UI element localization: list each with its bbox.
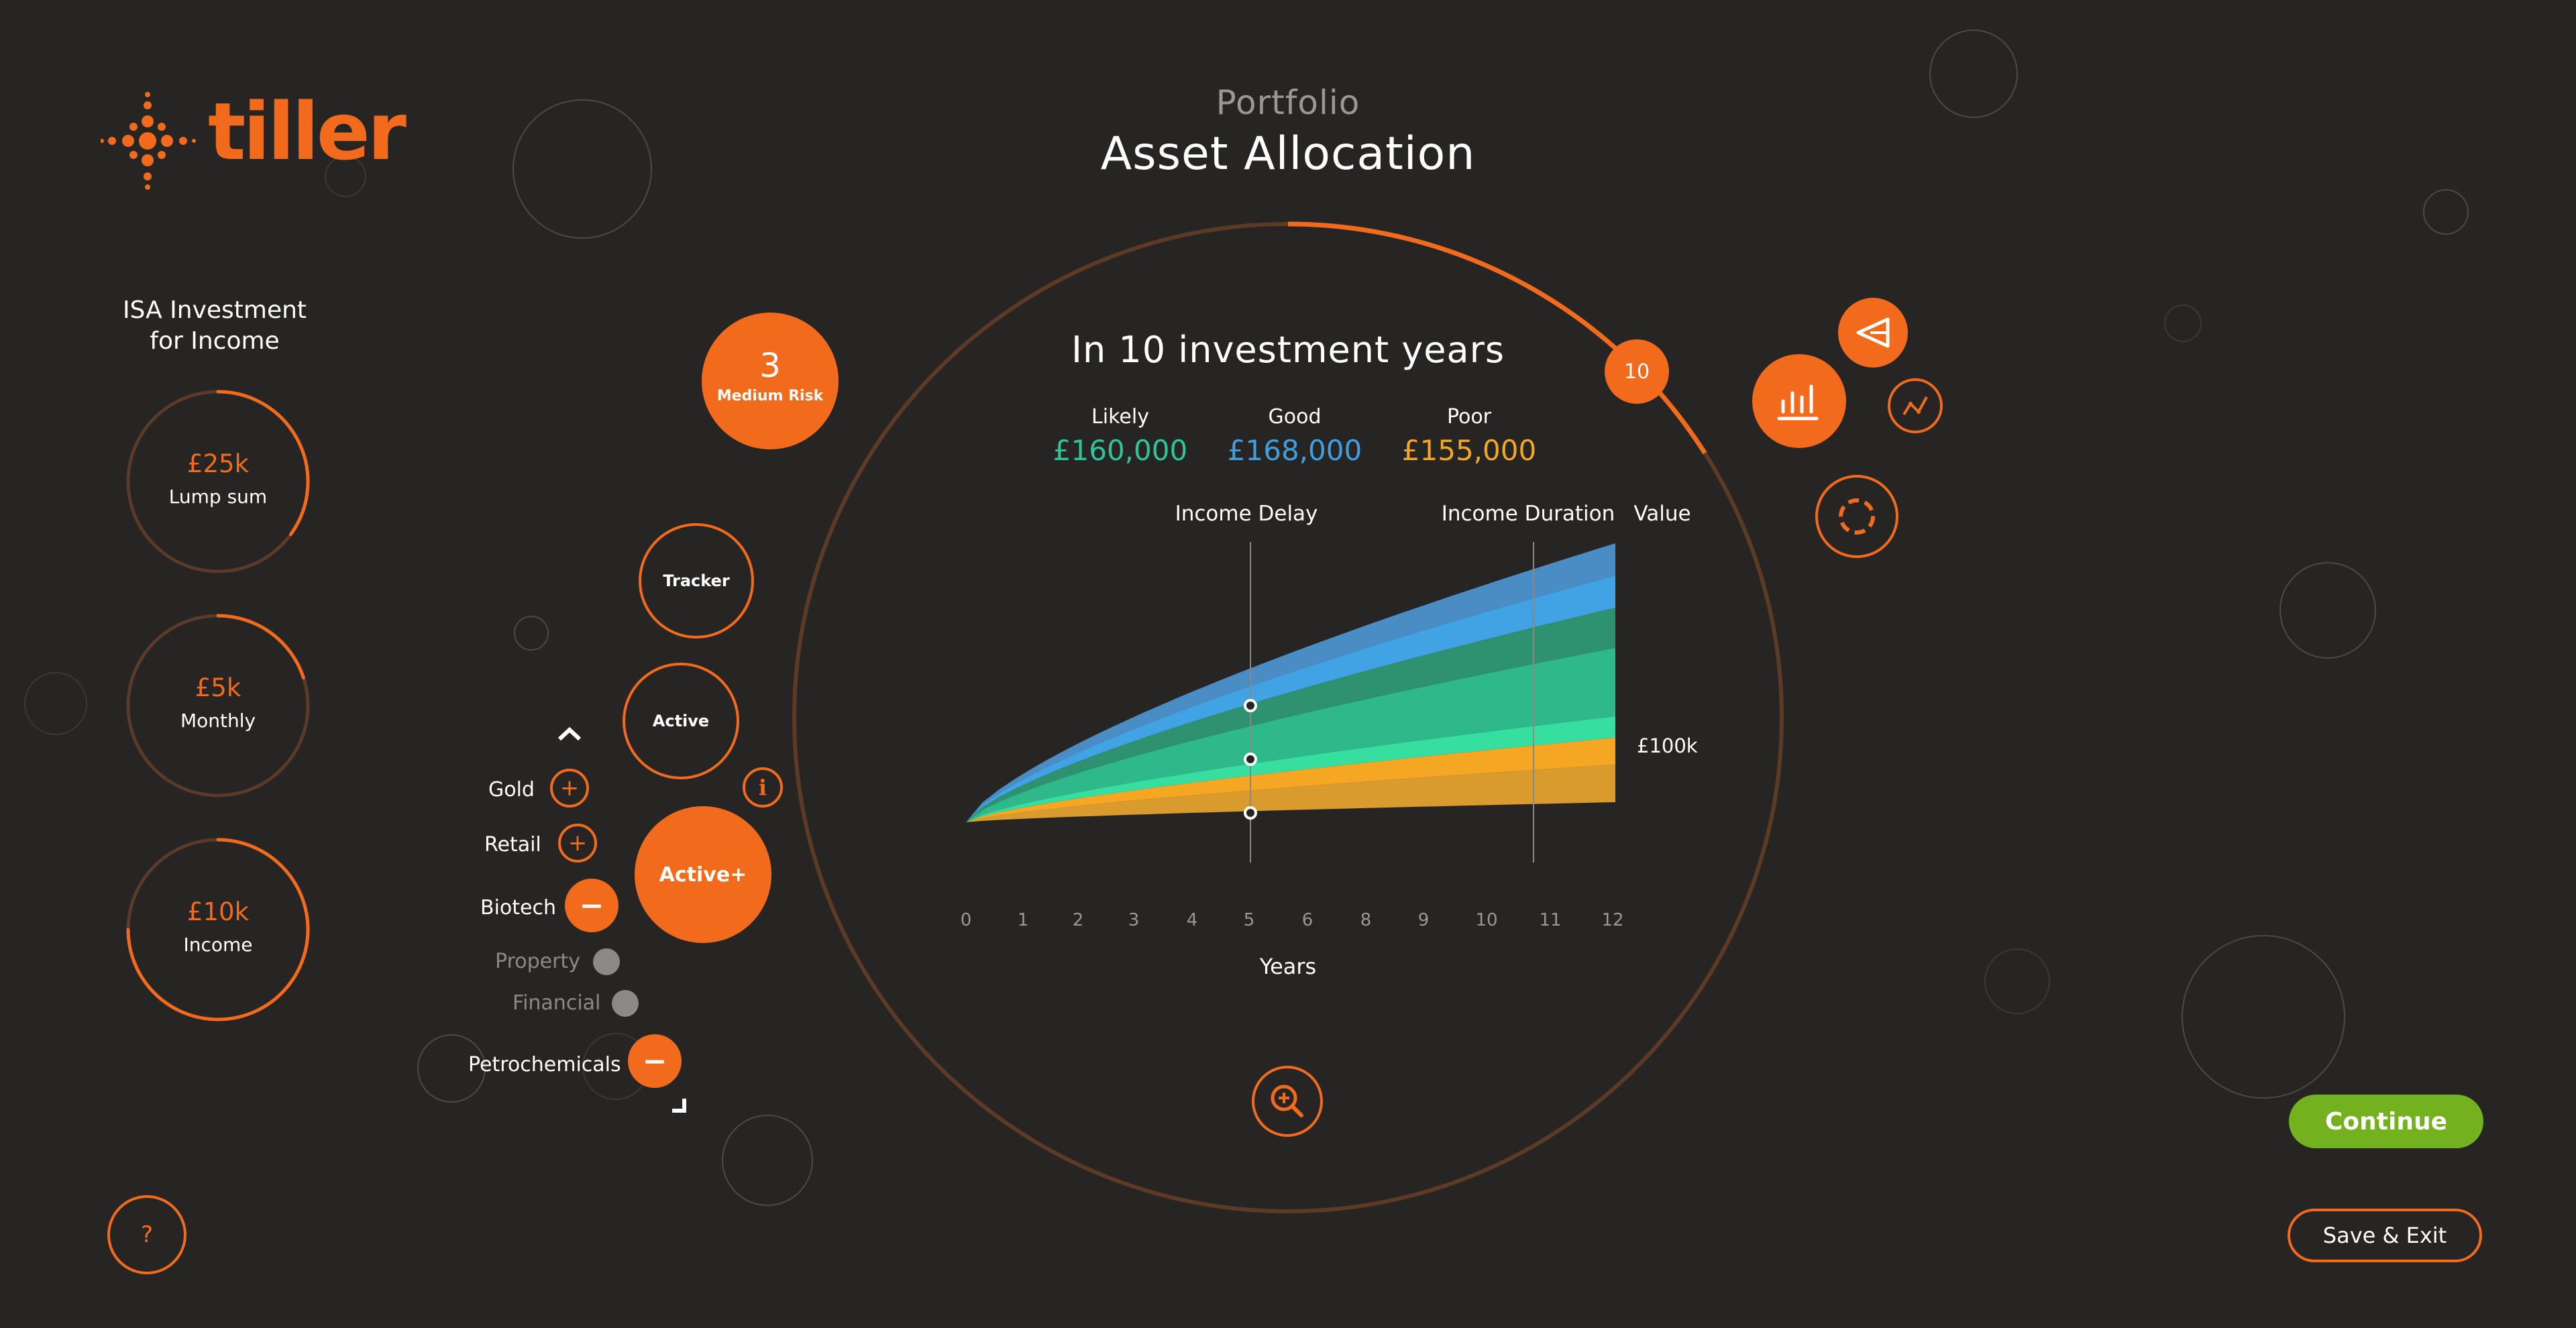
x-tick-label: 10 (1475, 910, 1497, 930)
monthly-label: Monthly (180, 710, 256, 732)
x-axis-label: Years (1259, 954, 1316, 979)
outcome-likely-label: Likely (1091, 405, 1149, 429)
income-dial[interactable]: £10k Income (124, 836, 312, 1023)
outcome-poor: Poor £155,000 (1389, 405, 1550, 467)
page-title: Asset Allocation (1100, 127, 1476, 180)
outcome-likely-value: £160,000 (1053, 434, 1188, 467)
x-tick-label: 2 (1073, 910, 1084, 930)
x-tick-label: 12 (1601, 910, 1623, 930)
decor-circle (1929, 30, 2018, 118)
logo-mark-icon (100, 92, 196, 190)
sector-label-gold: Gold (488, 778, 535, 801)
page-subtitle: Portfolio (1216, 83, 1360, 122)
line-chart-icon (1902, 396, 1928, 416)
sector-label-property: Property (495, 950, 580, 973)
outcome-good-label: Good (1268, 405, 1322, 429)
decor-circle (514, 616, 549, 651)
sector-label-petrochemicals: Petrochemicals (468, 1053, 621, 1076)
monthly-dial[interactable]: £5k Monthly (124, 612, 312, 799)
strategy-active-plus-button[interactable]: Active+ (635, 806, 771, 943)
send-icon (1856, 317, 1890, 348)
donut-chart-icon (1839, 498, 1875, 535)
lump-sum-value: £25k (186, 449, 250, 478)
product-title-line1: ISA Investment (122, 296, 307, 324)
strategy-tracker-button[interactable]: Tracker (639, 523, 754, 639)
decor-circle (1984, 948, 2050, 1014)
progress-ring (126, 390, 310, 573)
decor-circle (24, 672, 87, 735)
x-tick-label: 11 (1539, 910, 1561, 930)
y-annotation-label: £100k (1637, 734, 1698, 757)
outcome-poor-value: £155,000 (1401, 434, 1537, 467)
x-tick-label: 5 (1244, 910, 1255, 930)
info-icon[interactable]: i (743, 767, 783, 808)
chevron-up-icon[interactable] (557, 726, 582, 742)
outcome-good-value: £168,000 (1227, 434, 1362, 467)
outcome-good: Good £168,000 (1214, 405, 1375, 467)
bar-chart-icon (1777, 384, 1819, 421)
monthly-value: £5k (195, 673, 241, 702)
decor-circle (513, 99, 652, 239)
x-tick-label: 9 (1418, 910, 1430, 930)
x-tick-label: 8 (1360, 910, 1372, 930)
outcome-poor-label: Poor (1446, 405, 1492, 429)
share-button[interactable] (1838, 298, 1908, 368)
years-handle[interactable]: 10 (1605, 339, 1669, 404)
donut-chart-view-button[interactable] (1815, 475, 1898, 558)
decor-circle (2164, 305, 2202, 342)
lump-sum-label: Lump sum (168, 486, 268, 508)
data-point (1244, 753, 1257, 766)
logo-wordmark: tiller (208, 85, 407, 178)
product-title: ISA Investment for Income (101, 295, 329, 357)
y-axis-label: Value (1633, 502, 1690, 526)
income-label: Income (183, 934, 253, 956)
outcome-likely: Likely £160,000 (1040, 405, 1201, 467)
save-and-exit-button[interactable]: Save & Exit (2288, 1209, 2482, 1262)
continue-button[interactable]: Continue (2289, 1095, 2483, 1148)
income-value: £10k (186, 897, 250, 926)
bar-chart-view-button[interactable] (1752, 354, 1846, 448)
decor-circle (2279, 562, 2376, 659)
tiller-logo: tiller (100, 91, 407, 191)
remove-biotech-button[interactable]: − (565, 879, 619, 932)
sector-label-financial: Financial (513, 991, 601, 1015)
zoom-in-icon (1271, 1085, 1303, 1117)
income-delay-label: Income Delay (1175, 502, 1318, 526)
data-point (1244, 699, 1257, 712)
progress-ring (126, 614, 310, 797)
income-duration-label: Income Duration (1442, 502, 1615, 526)
x-tick-label: 4 (1187, 910, 1198, 930)
property-toggle[interactable] (593, 948, 620, 975)
progress-ring (126, 838, 310, 1021)
zoom-in-button[interactable] (1252, 1066, 1323, 1137)
remove-petrochemicals-button[interactable]: − (628, 1034, 682, 1088)
sector-label-retail: Retail (484, 833, 541, 856)
line-chart-view-button[interactable] (1888, 378, 1943, 433)
strategy-active-button[interactable]: Active (623, 663, 739, 779)
product-title-line2: for Income (150, 327, 280, 355)
add-gold-button[interactable]: + (550, 769, 589, 808)
forecast-heading: In 10 investment years (1071, 329, 1505, 371)
decor-circle (2182, 935, 2345, 1099)
lump-sum-dial[interactable]: £25k Lump sum (124, 388, 312, 575)
projection-chart: Income Delay Income Duration Value£100k0 1 2… (961, 502, 1698, 979)
x-tick-label: 1 (1018, 910, 1029, 930)
decor-circle (2423, 189, 2469, 235)
data-point (1244, 806, 1257, 820)
help-button[interactable]: ? (107, 1195, 186, 1274)
x-tick-label: 0 (961, 910, 972, 930)
x-tick-label: 3 (1128, 910, 1140, 930)
resize-corner-icon[interactable] (669, 1096, 690, 1115)
x-tick-label: 6 (1302, 910, 1313, 930)
add-retail-button[interactable]: + (558, 824, 597, 863)
years-handle-value: 10 (1623, 359, 1650, 384)
ring-progress (216, 614, 305, 680)
sector-label-biotech: Biotech (480, 896, 556, 920)
financial-toggle[interactable] (612, 990, 639, 1017)
